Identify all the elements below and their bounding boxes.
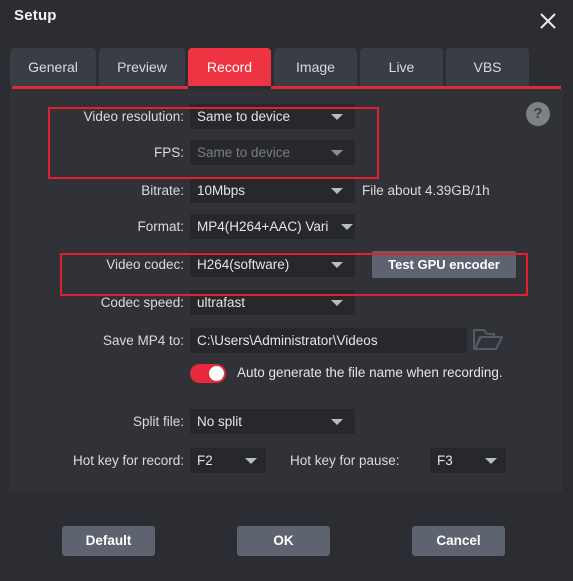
bitrate-label: Bitrate: bbox=[141, 183, 184, 198]
tab-preview[interactable]: Preview bbox=[99, 48, 185, 86]
file-size-note: File about 4.39GB/1h bbox=[362, 183, 490, 198]
chevron-down-icon bbox=[331, 150, 343, 156]
fps-label: FPS: bbox=[153, 145, 184, 160]
video-codec-label: Video codec: bbox=[106, 257, 184, 272]
hotkey-record-select[interactable]: F2 bbox=[190, 448, 266, 473]
close-icon[interactable] bbox=[531, 4, 565, 38]
chevron-down-icon bbox=[331, 262, 343, 268]
test-gpu-encoder-button[interactable]: Test GPU encoder bbox=[372, 251, 516, 278]
chevron-down-icon bbox=[245, 458, 257, 464]
title-bar: Setup bbox=[0, 0, 573, 44]
video-codec-value: H264(software) bbox=[197, 257, 290, 272]
auto-generate-name-toggle[interactable] bbox=[190, 364, 226, 383]
help-icon[interactable]: ? bbox=[526, 102, 550, 126]
codec-speed-label: Codec speed: bbox=[100, 295, 184, 310]
hotkey-pause-select[interactable]: F3 bbox=[430, 448, 506, 473]
hotkey-record-value: F2 bbox=[197, 453, 213, 468]
split-file-select[interactable]: No split bbox=[190, 409, 355, 434]
folder-icon[interactable] bbox=[471, 325, 505, 360]
video-resolution-value: Same to device bbox=[197, 109, 291, 124]
chevron-down-icon bbox=[331, 114, 343, 120]
tab-image[interactable]: Image bbox=[274, 48, 357, 86]
fps-value: Same to device bbox=[197, 145, 291, 160]
tab-bar: General Preview Record Image Live VBS bbox=[0, 48, 573, 88]
ok-button[interactable]: OK bbox=[237, 526, 330, 556]
save-path-input[interactable]: C:\Users\Administrator\Videos bbox=[190, 328, 467, 353]
tab-general[interactable]: General bbox=[10, 48, 96, 86]
codec-speed-value: ultrafast bbox=[197, 295, 246, 310]
hotkey-pause-value: F3 bbox=[437, 453, 453, 468]
chevron-down-icon bbox=[341, 224, 353, 230]
video-resolution-label: Video resolution: bbox=[83, 109, 184, 124]
tab-vbs[interactable]: VBS bbox=[446, 48, 529, 86]
cancel-button[interactable]: Cancel bbox=[412, 526, 505, 556]
chevron-down-icon bbox=[331, 300, 343, 306]
default-button[interactable]: Default bbox=[62, 526, 155, 556]
save-path-value: C:\Users\Administrator\Videos bbox=[197, 333, 378, 348]
bitrate-value: 10Mbps bbox=[197, 183, 246, 198]
video-resolution-select[interactable]: Same to device bbox=[190, 104, 355, 129]
format-value: MP4(H264+AAC) Vari bbox=[197, 219, 329, 234]
format-select[interactable]: MP4(H264+AAC) Vari bbox=[190, 214, 355, 239]
toggle-knob bbox=[209, 366, 224, 381]
hotkey-pause-label: Hot key for pause: bbox=[290, 453, 400, 468]
hotkey-record-label: Hot key for record: bbox=[72, 453, 184, 468]
setup-dialog: Setup General Preview Record Image Live … bbox=[0, 0, 573, 581]
chevron-down-icon bbox=[331, 188, 343, 194]
record-settings-panel: ? Video resolution: Same to device FPS: … bbox=[10, 89, 563, 491]
tab-live[interactable]: Live bbox=[360, 48, 443, 86]
fps-select[interactable]: Same to device bbox=[190, 140, 355, 165]
save-path-label: Save MP4 to: bbox=[102, 333, 184, 348]
video-codec-select[interactable]: H264(software) bbox=[190, 252, 355, 277]
chevron-down-icon bbox=[485, 458, 497, 464]
split-file-label: Split file: bbox=[132, 414, 184, 429]
split-file-value: No split bbox=[197, 414, 243, 429]
chevron-down-icon bbox=[331, 419, 343, 425]
format-label: Format: bbox=[137, 219, 184, 234]
tab-record[interactable]: Record bbox=[188, 48, 271, 86]
bitrate-select[interactable]: 10Mbps bbox=[190, 178, 355, 203]
page-title: Setup bbox=[14, 7, 57, 24]
codec-speed-select[interactable]: ultrafast bbox=[190, 290, 355, 315]
auto-generate-name-label: Auto generate the file name when recordi… bbox=[237, 365, 503, 380]
